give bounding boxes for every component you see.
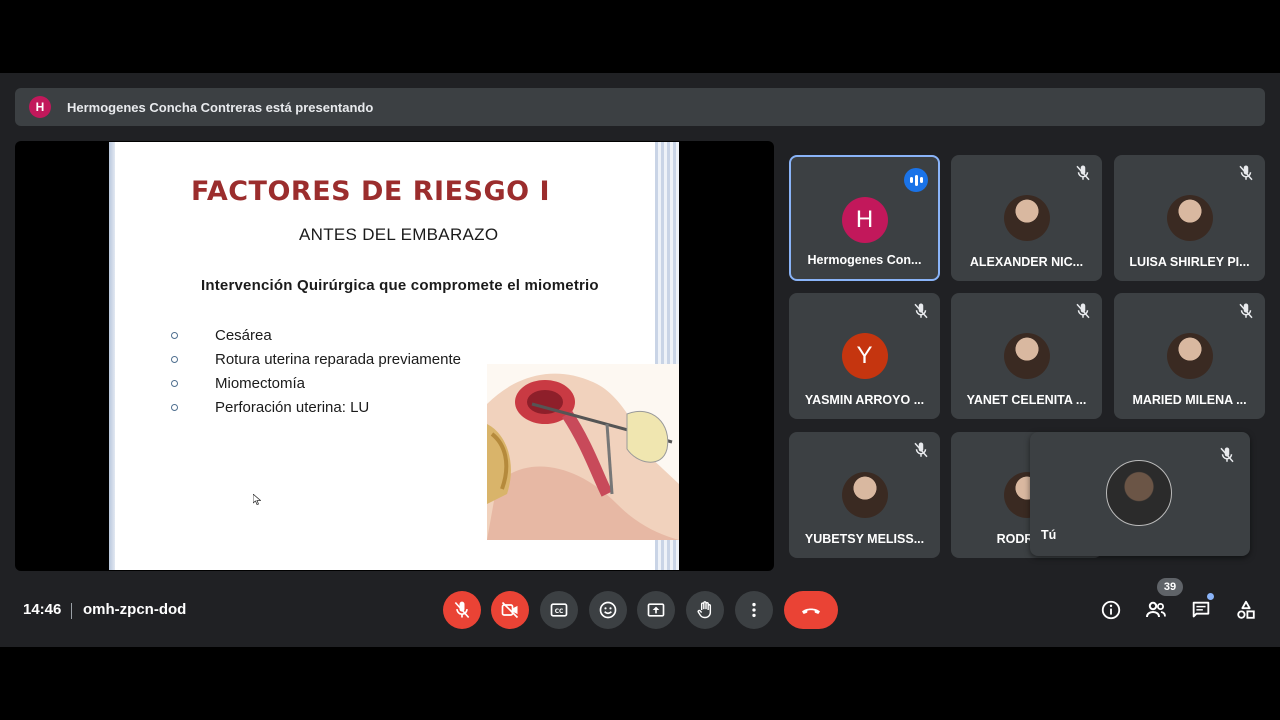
slide-subtitle: ANTES DEL EMBARAZO	[299, 225, 499, 244]
participant-name: YANET CELENITA ...	[966, 393, 1087, 407]
slide-left-decoration	[109, 142, 115, 570]
captions-button[interactable]: CC	[540, 591, 578, 629]
mic-off-icon	[1074, 164, 1092, 182]
videocam-off-icon	[501, 601, 519, 619]
more-options-button[interactable]	[735, 591, 773, 629]
speaking-indicator-icon	[904, 168, 928, 192]
self-view-tile[interactable]: Tú	[1030, 432, 1250, 556]
participant-tile[interactable]: ALEXANDER NIC...	[951, 155, 1102, 281]
presenting-text: Hermogenes Concha Contreras está present…	[67, 99, 374, 115]
info-icon	[1101, 600, 1121, 620]
mic-off-icon	[1237, 164, 1255, 182]
activities-icon	[1237, 600, 1255, 619]
participant-avatar	[1003, 195, 1050, 241]
closed-caption-icon: CC	[550, 603, 568, 617]
participant-tile[interactable]: YUBETSY MELISS...	[789, 432, 940, 558]
presenter-avatar: H	[29, 96, 51, 118]
raise-hand-button[interactable]	[686, 591, 724, 629]
medical-illustration	[487, 364, 679, 540]
call-end-icon	[802, 608, 820, 614]
slide-bullet: Cesárea	[171, 323, 461, 347]
participant-avatar	[841, 472, 888, 518]
meeting-info-button[interactable]	[1099, 598, 1123, 622]
slide-heading: Intervención Quirúrgica que compromete e…	[201, 277, 599, 294]
slide-bullet-list: Cesárea Rotura uterina reparada previame…	[171, 323, 461, 419]
meet-window: H Hermogenes Concha Contreras está prese…	[0, 73, 1280, 647]
mic-off-icon	[912, 302, 930, 320]
participant-tile[interactable]: MARIED MILENA ...	[1114, 293, 1265, 419]
slide-bullet: Rotura uterina reparada previamente	[171, 347, 461, 371]
people-icon	[1146, 601, 1166, 618]
participant-name: MARIED MILENA ...	[1132, 393, 1247, 407]
more-vert-icon	[752, 602, 756, 618]
participant-avatar: H	[841, 197, 888, 243]
participant-avatar: Y	[841, 333, 888, 379]
raise-hand-icon	[697, 601, 712, 619]
slide-bullet: Miomectomía	[171, 371, 461, 395]
shared-slide: FACTORES DE RIESGO I ANTES DEL EMBARAZO …	[109, 142, 679, 570]
bullet-icon	[171, 403, 178, 411]
participant-name: LUISA SHIRLEY PI...	[1129, 255, 1250, 269]
svg-text:CC: CC	[555, 609, 564, 615]
participant-avatar	[1003, 333, 1050, 379]
present-button[interactable]	[637, 591, 675, 629]
activities-button[interactable]	[1234, 598, 1258, 622]
bullet-icon	[171, 331, 178, 339]
presentation-stage[interactable]: FACTORES DE RIESGO I ANTES DEL EMBARAZO …	[15, 141, 774, 571]
mic-off-icon	[454, 601, 470, 619]
slide-bullet: Perforación uterina: LU	[171, 395, 461, 419]
mouse-cursor-icon	[253, 494, 261, 505]
bottom-toolbar: 14:46 omh-zpcn-dod CC 39	[0, 578, 1280, 643]
mic-off-icon	[912, 441, 930, 459]
mic-off-icon	[1074, 302, 1092, 320]
reactions-button[interactable]	[589, 591, 627, 629]
emoji-icon	[599, 601, 617, 619]
participant-avatar	[1166, 333, 1213, 379]
participant-name: YASMIN ARROYO ...	[804, 393, 925, 407]
leave-call-button[interactable]	[784, 591, 838, 629]
participant-tile[interactable]: Y YASMIN ARROYO ...	[789, 293, 940, 419]
participant-tile[interactable]: H Hermogenes Con...	[789, 155, 940, 281]
mic-off-icon	[1237, 302, 1255, 320]
participant-count-badge: 39	[1157, 578, 1183, 596]
participant-tile[interactable]: YANET CELENITA ...	[951, 293, 1102, 419]
divider	[71, 603, 72, 619]
participant-name: ALEXANDER NIC...	[969, 255, 1084, 269]
participant-name: Hermogenes Con...	[807, 253, 922, 267]
mic-toggle-button[interactable]	[443, 591, 481, 629]
camera-toggle-button[interactable]	[491, 591, 529, 629]
bullet-icon	[171, 379, 178, 387]
participant-avatar	[1166, 195, 1213, 241]
participant-name: YUBETSY MELISS...	[804, 532, 925, 546]
people-button[interactable]	[1144, 598, 1168, 622]
slide-title: FACTORES DE RIESGO I	[191, 176, 551, 207]
participant-tile[interactable]: LUISA SHIRLEY PI...	[1114, 155, 1265, 281]
self-avatar	[1106, 460, 1172, 526]
chat-button[interactable]	[1189, 598, 1213, 622]
mic-off-icon	[1220, 447, 1234, 463]
present-to-all-icon	[647, 603, 665, 617]
meeting-time: 14:46	[23, 601, 62, 618]
meeting-code: omh-zpcn-dod	[83, 601, 187, 618]
bullet-icon	[171, 355, 178, 363]
self-name: Tú	[1041, 528, 1057, 542]
presenting-banner: H Hermogenes Concha Contreras está prese…	[15, 88, 1265, 126]
chat-icon	[1192, 601, 1210, 618]
